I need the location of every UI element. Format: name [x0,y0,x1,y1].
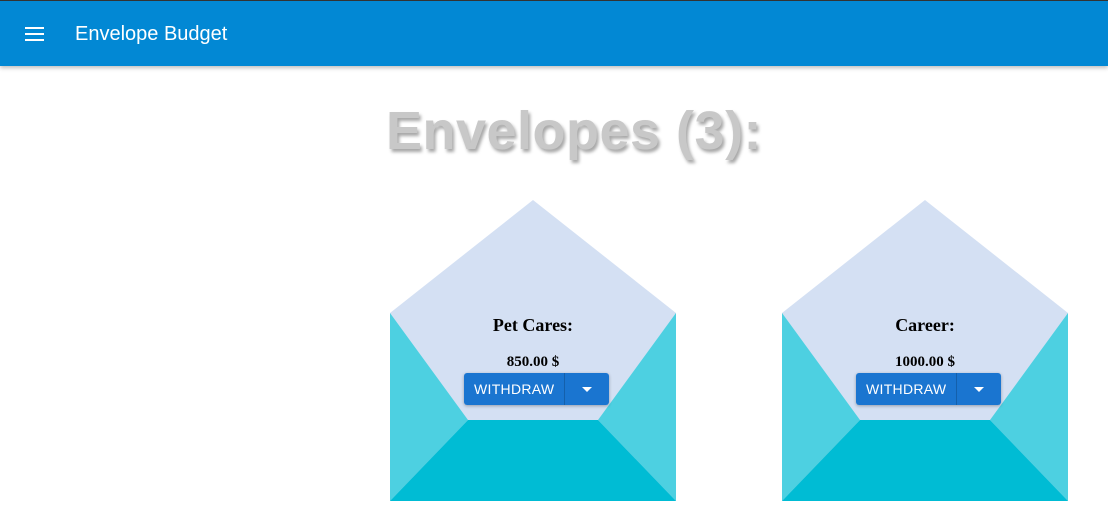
app-bar: Envelope Budget [0,0,1108,66]
app-title: Envelope Budget [75,23,228,45]
envelope-amount: 850.00 $ [506,354,560,370]
caret-down-icon [974,387,985,392]
withdraw-dropdown-button[interactable] [565,373,610,405]
envelope-amount: 1000.00 $ [895,354,955,370]
hamburger-menu-icon[interactable] [14,13,54,53]
caret-down-icon [582,387,593,392]
withdraw-dropdown-button[interactable] [957,373,1002,405]
envelope-graphic [390,200,676,501]
envelope-card [782,200,1068,501]
withdraw-button-group: WITHDRAW [856,373,1002,405]
page-heading: Envelopes (3): [385,101,763,161]
envelope-name: Pet Cares: [492,315,574,335]
withdraw-button-group: WITHDRAW [464,373,610,405]
withdraw-button[interactable]: WITHDRAW [464,373,566,405]
envelope-card [390,200,676,501]
envelope-name: Career: [895,315,955,335]
envelope-graphic [782,200,1068,501]
withdraw-button[interactable]: WITHDRAW [856,373,958,405]
